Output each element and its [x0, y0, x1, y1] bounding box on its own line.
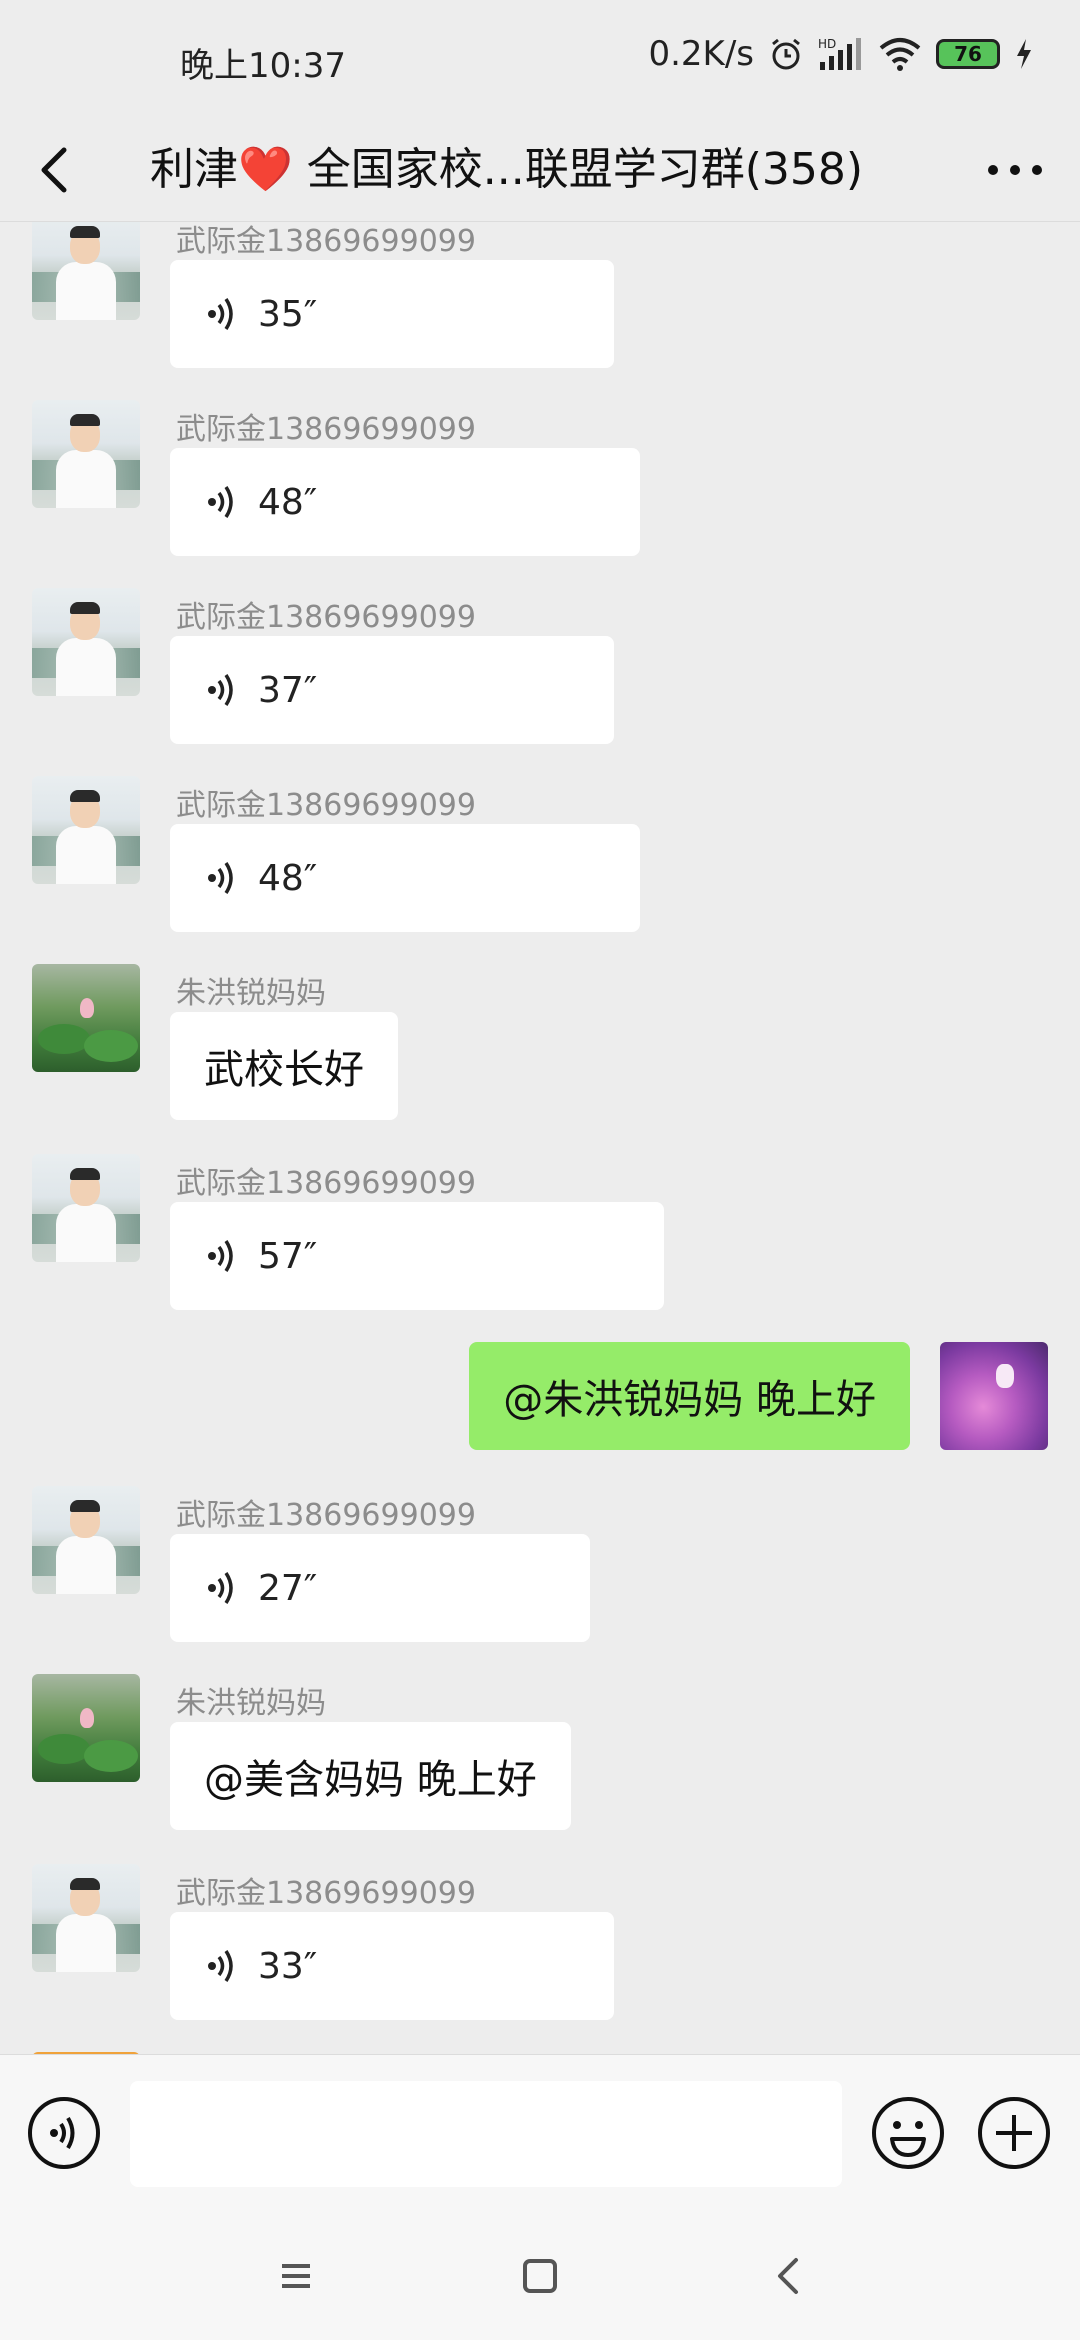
text-message[interactable]: @朱洪锐妈妈 晚上好: [469, 1342, 910, 1450]
network-speed: 0.2K/s: [648, 34, 754, 74]
charging-icon: [1017, 39, 1031, 69]
voice-wave-icon: [208, 1240, 233, 1272]
nav-menu-button[interactable]: [268, 2248, 324, 2304]
voice-message[interactable]: 57″: [170, 1202, 664, 1310]
voice-message[interactable]: 48″: [170, 448, 640, 556]
alarm-icon: [772, 38, 800, 70]
hd-signal-icon: HD: [818, 37, 861, 70]
more-functions-button[interactable]: [976, 2095, 1052, 2171]
avatar[interactable]: [32, 400, 140, 508]
avatar[interactable]: [32, 1154, 140, 1262]
avatar[interactable]: [32, 776, 140, 884]
nav-home-button[interactable]: [512, 2248, 568, 2304]
voice-input-button[interactable]: [26, 2095, 102, 2171]
sender-name: 武际金13869699099: [176, 412, 476, 447]
message-input[interactable]: [130, 2081, 842, 2187]
avatar[interactable]: [32, 1486, 140, 1594]
avatar[interactable]: [32, 588, 140, 696]
emoji-button[interactable]: [870, 2095, 946, 2171]
chat-title: 利津❤️ 全国家校...联盟学习群(358): [150, 144, 864, 195]
avatar[interactable]: [32, 1864, 140, 1972]
avatar[interactable]: [940, 1342, 1048, 1450]
status-time: 晚上10:37: [180, 46, 346, 86]
text-message[interactable]: 武校长好: [170, 1012, 398, 1120]
battery-icon: 76: [936, 39, 1000, 69]
sender-name: 朱洪锐妈妈: [176, 1686, 326, 1721]
nav-back-button[interactable]: [762, 2248, 818, 2304]
status-bar: 晚上10:37 0.2K/s HD 76: [0, 0, 1080, 118]
sender-name: 武际金13869699099: [176, 224, 476, 259]
more-button[interactable]: [980, 136, 1050, 204]
chat-header: 利津❤️ 全国家校...联盟学习群(358): [0, 118, 1080, 222]
battery-level: 76: [954, 42, 982, 66]
voice-wave-icon: [208, 862, 233, 894]
svg-text:HD: HD: [818, 37, 836, 51]
sender-name: 武际金13869699099: [176, 1498, 476, 1533]
sender-name: 武际金13869699099: [176, 600, 476, 635]
message-list[interactable]: 武际金13869699099 35″ 武际金13869699099 48″ 武际…: [0, 222, 1080, 2054]
text-message[interactable]: @美含妈妈 晚上好: [170, 1722, 571, 1830]
voice-wave-icon: [208, 298, 233, 330]
more-dots-icon: [988, 165, 1042, 175]
system-nav-bar: [0, 2212, 1080, 2340]
home-square-icon: [523, 2259, 557, 2293]
voice-message[interactable]: 35″: [170, 260, 614, 368]
plus-icon: [978, 2097, 1050, 2169]
voice-message[interactable]: 27″: [170, 1534, 590, 1642]
back-button[interactable]: [30, 136, 90, 204]
wifi-icon: [879, 38, 921, 71]
voice-wave-icon: [208, 674, 233, 706]
back-arrow-icon: [41, 147, 67, 193]
voice-duration: 37″: [258, 669, 318, 711]
sender-name: 朱洪锐妈妈: [176, 976, 326, 1011]
voice-wave-icon: [208, 1950, 233, 1982]
voice-message[interactable]: 48″: [170, 824, 640, 932]
avatar[interactable]: [32, 222, 140, 320]
avatar[interactable]: [32, 1674, 140, 1782]
voice-wave-icon: [208, 486, 233, 518]
input-bar: [0, 2054, 1080, 2212]
voice-message[interactable]: 33″: [170, 1912, 614, 2020]
avatar[interactable]: [32, 964, 140, 1072]
voice-duration: 27″: [258, 1567, 318, 1609]
sender-name: 武际金13869699099: [176, 788, 476, 823]
menu-icon: [282, 2264, 310, 2288]
voice-duration: 57″: [258, 1235, 318, 1277]
sender-name: 武际金13869699099: [176, 1166, 476, 1201]
voice-duration: 33″: [258, 1945, 318, 1987]
voice-duration: 48″: [258, 857, 318, 899]
sender-name: 武际金13869699099: [176, 1876, 476, 1911]
voice-duration: 35″: [258, 293, 318, 335]
voice-duration: 48″: [258, 481, 318, 523]
voice-wave-icon: [208, 1572, 233, 1604]
status-icons: 0.2K/s HD 76: [648, 34, 1034, 74]
nav-back-icon: [778, 2258, 798, 2294]
voice-message[interactable]: 37″: [170, 636, 614, 744]
smiley-icon: [872, 2097, 944, 2169]
voice-toggle-icon: [28, 2097, 100, 2169]
